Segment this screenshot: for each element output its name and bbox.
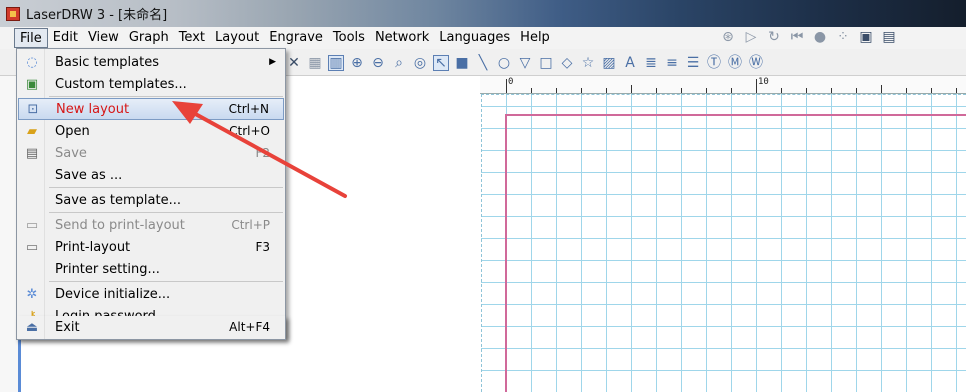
save-icon: ▤ bbox=[25, 145, 39, 161]
edit-tools: ✕ ▦ ▥ ⊕ ⊖ ⌕ ◎ ↖ ■ ╲ ○ ▽ □ ◇ ☆ ▨ A ≣ ≡ ☰ … bbox=[286, 54, 764, 72]
zoom-in-icon[interactable]: ⊕ bbox=[349, 55, 365, 71]
menu-item-print-layout[interactable]: ▭ Print-layout F3 bbox=[18, 236, 284, 258]
menu-engrave[interactable]: Engrave bbox=[264, 28, 328, 48]
menu-separator bbox=[49, 212, 283, 213]
menu-bar: File Edit View Graph Text Layout Engrave… bbox=[0, 27, 966, 49]
gear-icon: ✲ bbox=[26, 286, 38, 302]
menu-graph[interactable]: Graph bbox=[124, 28, 174, 48]
menu-separator bbox=[49, 96, 283, 97]
menu-languages[interactable]: Languages bbox=[434, 28, 515, 48]
skip-back-icon[interactable]: ⏮ bbox=[789, 29, 805, 45]
stamp-w-icon[interactable]: Ⓦ bbox=[748, 55, 764, 71]
engrave-settings-icon[interactable]: ⊛ bbox=[720, 29, 736, 45]
stop-icon[interactable]: ● bbox=[812, 29, 828, 45]
menu-separator bbox=[49, 281, 283, 282]
laserdrw-icon bbox=[6, 6, 20, 21]
exit-icon: ⏏ bbox=[25, 319, 39, 335]
ruler-label-0: 0 bbox=[508, 77, 514, 87]
pointer-tool-icon[interactable]: ↖ bbox=[433, 55, 449, 71]
line-tool-icon[interactable]: ╲ bbox=[475, 55, 491, 71]
print-layout-icon: ▭ bbox=[25, 217, 39, 233]
paper-grid[interactable] bbox=[481, 94, 966, 392]
image-tool-icon[interactable]: ▨ bbox=[601, 55, 617, 71]
rectangle-tool-icon[interactable]: □ bbox=[538, 55, 554, 71]
step-icon[interactable]: ↻ bbox=[766, 29, 782, 45]
menu-item-open[interactable]: ▰ Open Ctrl+O bbox=[18, 120, 284, 142]
file-menu-dropdown-tail: ⏏ Exit Alt+F4 bbox=[16, 316, 286, 340]
fill-rect-tool-icon[interactable]: ■ bbox=[454, 55, 470, 71]
distribute-tool-icon[interactable]: ☰ bbox=[685, 55, 701, 71]
stamp-m-icon[interactable]: Ⓜ bbox=[727, 55, 743, 71]
menu-layout[interactable]: Layout bbox=[210, 28, 264, 48]
template-icon: ◌ bbox=[26, 54, 38, 70]
arc-tool-icon[interactable]: ▽ bbox=[517, 55, 533, 71]
menu-help[interactable]: Help bbox=[515, 28, 555, 48]
barcode-tool-icon[interactable]: ≣ bbox=[643, 55, 659, 71]
menu-file[interactable]: File bbox=[14, 28, 48, 48]
menu-item-new-layout[interactable]: ⊡ New layout Ctrl+N bbox=[18, 98, 284, 120]
menu-item-send-to-print-layout[interactable]: ▭ Send to print-layout Ctrl+P bbox=[18, 214, 284, 236]
diamond-tool-icon[interactable]: ◇ bbox=[559, 55, 575, 71]
stamp-t-icon[interactable]: Ⓣ bbox=[706, 55, 722, 71]
zoom-page-icon[interactable]: ◎ bbox=[412, 55, 428, 71]
window-title: LaserDRW 3 - [未命名] bbox=[26, 8, 168, 23]
top-ruler: 0 10 bbox=[480, 76, 966, 94]
menu-view[interactable]: View bbox=[83, 28, 124, 48]
engrave-toolbar: ⊛ ▷ ↻ ⏮ ● ⁘ ▣ ▤ bbox=[720, 29, 897, 45]
menu-network[interactable]: Network bbox=[370, 28, 434, 48]
menu-item-printer-setting[interactable]: Printer setting... bbox=[18, 258, 284, 280]
open-folder-icon: ▰ bbox=[27, 123, 37, 139]
paste-icon[interactable]: ▦ bbox=[307, 55, 323, 71]
new-layout-icon: ⊡ bbox=[27, 101, 39, 117]
menu-item-save-as-template[interactable]: Save as template... bbox=[18, 189, 284, 211]
device-icon[interactable]: ▣ bbox=[858, 29, 874, 45]
menu-edit[interactable]: Edit bbox=[48, 28, 83, 48]
monitor-icon[interactable]: ▤ bbox=[881, 29, 897, 45]
menu-item-device-initialize[interactable]: ✲ Device initialize... bbox=[18, 283, 284, 305]
margin-line-vertical bbox=[505, 114, 507, 392]
menu-separator bbox=[49, 187, 283, 188]
grid-dots-icon[interactable]: ⁘ bbox=[835, 29, 851, 45]
menu-item-save[interactable]: ▤ Save F2 bbox=[18, 142, 284, 164]
align-tool-icon[interactable]: ≡ bbox=[664, 55, 680, 71]
select-page-icon[interactable]: ▥ bbox=[328, 55, 344, 71]
submenu-arrow-icon: ▶ bbox=[269, 57, 276, 67]
menu-text[interactable]: Text bbox=[174, 28, 210, 48]
custom-template-icon: ▣ bbox=[25, 76, 39, 92]
menu-item-save-as[interactable]: Save as ... bbox=[18, 164, 284, 186]
text-tool-icon[interactable]: A bbox=[622, 55, 638, 71]
play-icon[interactable]: ▷ bbox=[743, 29, 759, 45]
menu-item-custom-templates[interactable]: ▣ Custom templates... bbox=[18, 73, 284, 95]
cut-icon[interactable]: ✕ bbox=[286, 55, 302, 71]
margin-line-horizontal bbox=[505, 114, 966, 116]
printer-icon: ▭ bbox=[25, 239, 39, 255]
zoom-fit-icon[interactable]: ⌕ bbox=[391, 55, 407, 71]
zoom-out-icon[interactable]: ⊖ bbox=[370, 55, 386, 71]
ruler-label-10: 10 bbox=[758, 77, 769, 87]
title-bar: LaserDRW 3 - [未命名] bbox=[0, 0, 966, 27]
star-tool-icon[interactable]: ☆ bbox=[580, 55, 596, 71]
menu-tools[interactable]: Tools bbox=[328, 28, 370, 48]
menu-item-basic-templates[interactable]: ◌ Basic templates ▶ bbox=[18, 51, 284, 73]
menu-item-exit[interactable]: ⏏ Exit Alt+F4 bbox=[18, 316, 284, 338]
file-menu-dropdown: ◌ Basic templates ▶ ▣ Custom templates..… bbox=[16, 48, 286, 338]
ellipse-tool-icon[interactable]: ○ bbox=[496, 55, 512, 71]
